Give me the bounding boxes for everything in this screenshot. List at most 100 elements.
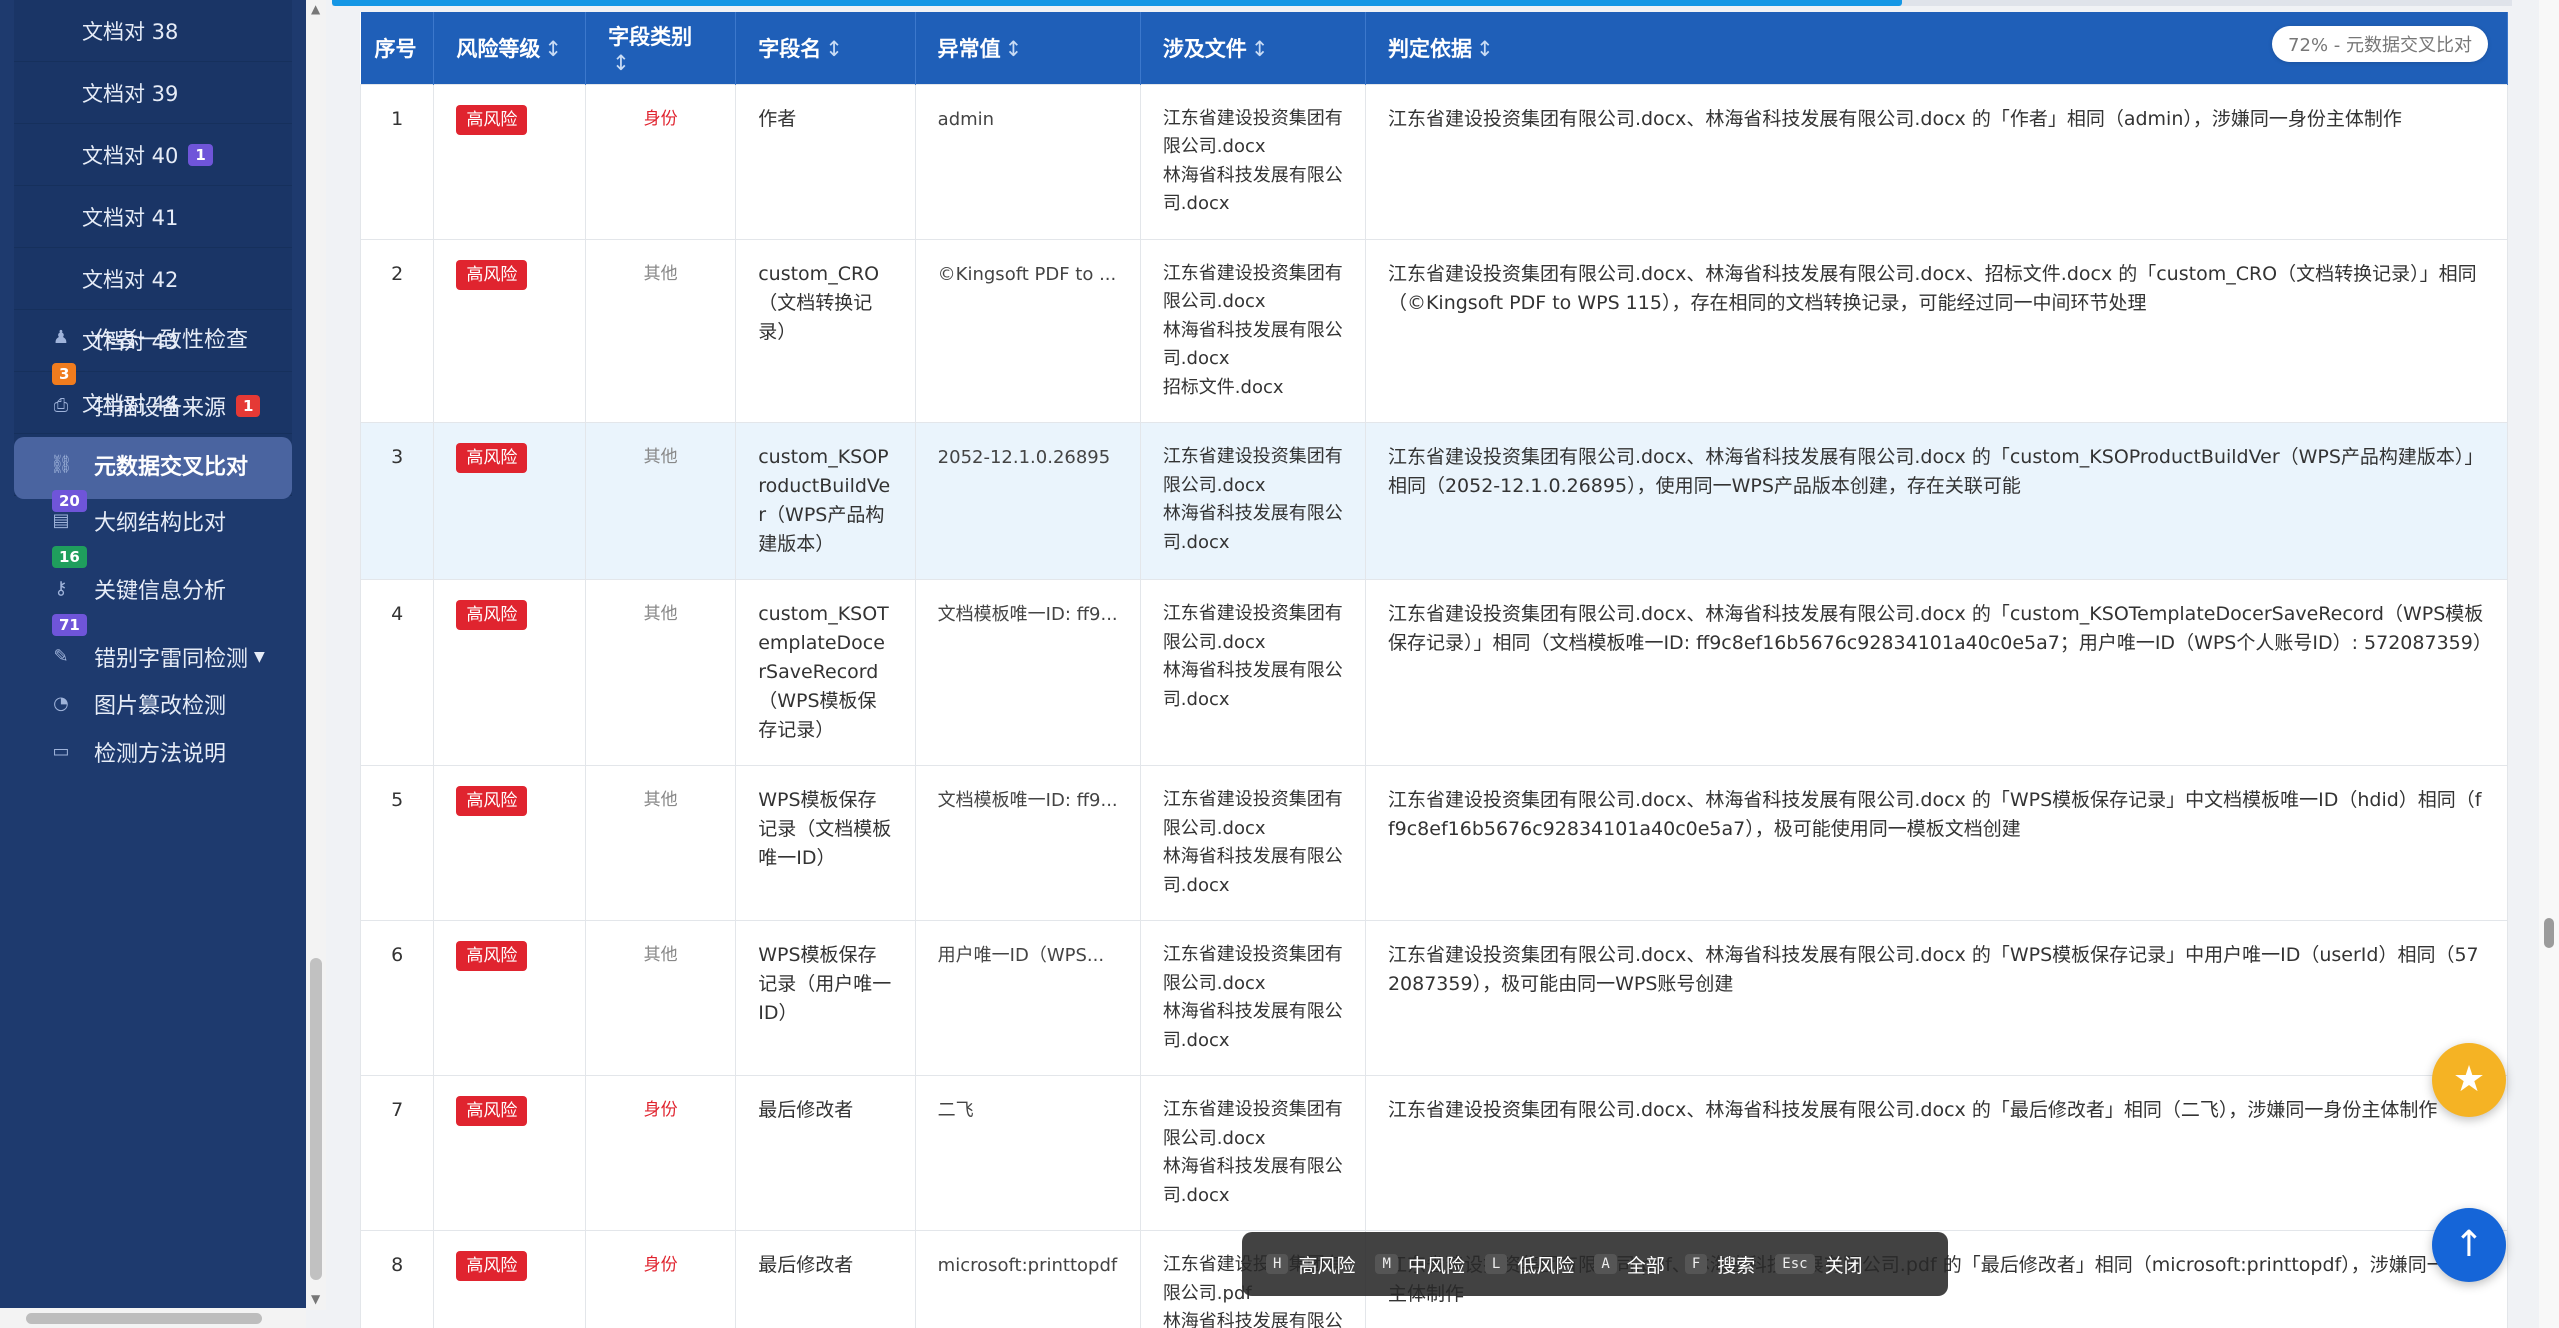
- basis-cell: 江东省建设投资集团有限公司.docx、林海省科技发展有限公司.docx 的「作者…: [1364, 83, 2508, 240]
- sidebar-nav-item[interactable]: ▤ 大纲结构比对 16: [14, 505, 292, 568]
- sort-icon[interactable]: ↕: [1476, 37, 1494, 61]
- nav-item-label: 图片篡改检测: [94, 694, 227, 719]
- sidebar: 文档对 38 文档对 39 文档对 40 1 文档对 41 文档对 42 文档对 43 文档对…: [0, 0, 306, 1328]
- shortcut-item[interactable]: Esc 关闭: [1775, 1251, 1863, 1278]
- anomaly-value: microsoft:printtopdf: [937, 1255, 1118, 1276]
- sort-icon[interactable]: ↕: [612, 51, 630, 75]
- row-number-cell: 8: [360, 1230, 435, 1328]
- field-name-cell: WPS模板保存记录（用户唯一ID）: [735, 920, 916, 1076]
- doc-pair-label: 文档对 38: [82, 19, 179, 44]
- metadata-table: 序号 风险等级 ↕ 字段类别↕ 字段名 ↕ 异常值 ↕ 涉及文件 ↕ 判定依据 ↕ 1 高风险 身份 作者 a…: [360, 12, 2508, 1328]
- progress-tag: 72% - 元数据交叉比对: [2272, 26, 2488, 62]
- field-name: 最后修改者: [758, 1099, 854, 1121]
- table-row[interactable]: 3 高风险 其他 custom_KSOProductBuildVer（WPS产品构建版…: [360, 422, 2508, 580]
- back-to-top-button[interactable]: ↑: [2432, 1208, 2506, 1282]
- field-name-cell: 最后修改者: [735, 1230, 916, 1328]
- nav-item-row: ♟ 作者一致性检查: [14, 322, 292, 354]
- sort-icon[interactable]: ↕: [544, 37, 562, 61]
- field-name: custom_KSOTemplateDocerSaveRecord（WPS模板保…: [758, 603, 889, 741]
- page-scrollbar[interactable]: [2539, 0, 2559, 1328]
- shortcut-item[interactable]: M 中风险: [1375, 1251, 1465, 1278]
- shortcut-item[interactable]: F 搜索: [1684, 1251, 1756, 1278]
- shortcut-label: 搜索: [1717, 1254, 1756, 1277]
- sidebar-hscrollbar[interactable]: [0, 1308, 306, 1328]
- table-row[interactable]: 6 高风险 其他 WPS模板保存记录（用户唯一ID） 用户唯一ID（WPS... 江东省建…: [360, 920, 2508, 1076]
- row-number: 5: [391, 789, 404, 811]
- table-row[interactable]: 2 高风险 其他 custom_CRO（文档转换记录） ©Kingsoft PDF to…: [360, 238, 2508, 423]
- table-row[interactable]: 1 高风险 身份 作者 admin 江东省建设投资集团有限公司.docx 林海省科技发展有…: [360, 83, 2508, 240]
- sidebar-scrollbar[interactable]: ▲ ▼: [306, 0, 326, 1310]
- sidebar-nav-item[interactable]: ✎ 错别字雷同检测 ▼: [14, 641, 292, 673]
- anomaly-value: 用户唯一ID（WPS...: [937, 945, 1105, 966]
- shortcut-label: 关闭: [1824, 1254, 1863, 1277]
- column-header[interactable]: 异常值 ↕: [915, 12, 1141, 84]
- page-scroll-thumb[interactable]: [2544, 918, 2554, 948]
- star-button[interactable]: ★: [2432, 1043, 2506, 1117]
- sidebar-nav-item[interactable]: ⚷ 关键信息分析 71: [14, 573, 292, 636]
- basis-text: 江东省建设投资集团有限公司.docx、林海省科技发展有限公司.docx 的「WP…: [1387, 944, 2479, 995]
- nav-item-label: 元数据交叉比对: [94, 455, 249, 480]
- sidebar-nav-item[interactable]: ⛓ 元数据交叉比对 20: [14, 437, 292, 512]
- sidebar-scroll-thumb[interactable]: [310, 958, 322, 1280]
- risk-cell: 高风险: [433, 422, 587, 580]
- sidebar-doc-pair-item[interactable]: 文档对 40 1: [14, 124, 292, 186]
- hscroll-thumb[interactable]: [26, 1313, 262, 1324]
- files-cell: 江东省建设投资集团有限公司.docx 林海省科技发展有限公司.docx: [1139, 579, 1366, 766]
- category-cell: 其他: [585, 579, 737, 766]
- column-header[interactable]: 字段类别↕: [585, 12, 737, 84]
- sidebar-nav-item[interactable]: ◔ 图片篡改检测: [14, 688, 292, 720]
- field-name: custom_KSOProductBuildVer（WPS产品构建版本）: [758, 446, 891, 555]
- shortcut-item[interactable]: A 全部: [1594, 1251, 1665, 1278]
- shortcut-item[interactable]: L 低风险: [1484, 1251, 1574, 1278]
- sidebar-doc-pair-item[interactable]: 文档对 39: [14, 62, 292, 124]
- nav-item-label: 关键信息分析: [94, 579, 227, 604]
- nav-item-row: ◔ 图片篡改检测: [14, 688, 292, 720]
- sidebar-nav-item[interactable]: ⎙ 扫描设备来源 1: [14, 390, 292, 422]
- sidebar-nav-item[interactable]: ▭ 检测方法说明: [14, 736, 292, 768]
- sidebar-doc-pair-item[interactable]: 文档对 42: [14, 248, 292, 310]
- column-header[interactable]: 涉及文件 ↕: [1140, 12, 1366, 84]
- value-cell: 2052-12.1.0.26895: [914, 422, 1141, 580]
- field-name-cell: 作者: [735, 83, 916, 240]
- link-icon: ⛓: [50, 454, 73, 475]
- category-label: 其他: [643, 790, 678, 810]
- category-cell: 身份: [585, 83, 737, 240]
- risk-badge: 高风险: [456, 443, 528, 473]
- sort-icon[interactable]: ↕: [1251, 37, 1269, 61]
- files-cell: 江东省建设投资集团有限公司.docx 林海省科技发展有限公司.docx: [1139, 422, 1366, 580]
- field-name-cell: custom_CRO（文档转换记录）: [735, 238, 916, 423]
- shortcut-key: A: [1594, 1254, 1617, 1274]
- row-number: 7: [391, 1099, 404, 1121]
- column-header-label: 序号: [374, 36, 417, 61]
- shortcut-item[interactable]: H 高风险: [1266, 1251, 1355, 1278]
- column-header[interactable]: 风险等级 ↕: [433, 12, 587, 84]
- risk-badge: 高风险: [456, 941, 528, 971]
- table-row[interactable]: 7 高风险 身份 最后修改者 二飞 江东省建设投资集团有限公司.docx 林海省科技发展有…: [360, 1075, 2508, 1231]
- category-label: 其他: [643, 447, 678, 467]
- category-cell: 其他: [585, 765, 737, 921]
- doc-pair-label: 文档对 41: [82, 205, 179, 230]
- app: 文档对 38 文档对 39 文档对 40 1 文档对 41 文档对 42 文档对 43 文档对…: [0, 0, 2559, 1328]
- scroll-down-arrow-icon[interactable]: ▼: [311, 1292, 320, 1306]
- column-header[interactable]: 字段名 ↕: [735, 12, 916, 84]
- sort-icon[interactable]: ↕: [1005, 37, 1023, 61]
- sidebar-doc-pair-item[interactable]: 文档对 38: [14, 0, 292, 62]
- sidebar-nav-item[interactable]: ♟ 作者一致性检查 3: [14, 322, 292, 385]
- column-header[interactable]: 序号: [360, 12, 435, 84]
- sidebar-doc-pair-item[interactable]: 文档对 41: [14, 186, 292, 248]
- doc-pair-label: 文档对 40: [82, 143, 179, 168]
- table-row[interactable]: 4 高风险 其他 custom_KSOTemplateDocerSaveRecord（…: [360, 579, 2508, 766]
- files-list: 江东省建设投资集团有限公司.docx 林海省科技发展有限公司.docx: [1162, 603, 1343, 710]
- nav-item-label: 作者一致性检查: [94, 328, 249, 353]
- column-header-label: 风险等级: [456, 36, 541, 61]
- risk-cell: 高风险: [433, 238, 587, 423]
- sort-icon[interactable]: ↕: [825, 37, 843, 61]
- category-label: 身份: [643, 1100, 678, 1120]
- basis-text: 江东省建设投资集团有限公司.docx、林海省科技发展有限公司.docx 的「cu…: [1387, 446, 2484, 497]
- scroll-up-arrow-icon[interactable]: ▲: [311, 2, 320, 16]
- row-number: 4: [391, 603, 404, 625]
- nav-item-row: ✎ 错别字雷同检测 ▼: [14, 641, 292, 673]
- category-label: 其他: [643, 945, 678, 965]
- table-row[interactable]: 5 高风险 其他 WPS模板保存记录（文档模板唯一ID） 文档模板唯一ID: ff9..…: [360, 765, 2508, 921]
- doc-icon: ▭: [52, 741, 70, 762]
